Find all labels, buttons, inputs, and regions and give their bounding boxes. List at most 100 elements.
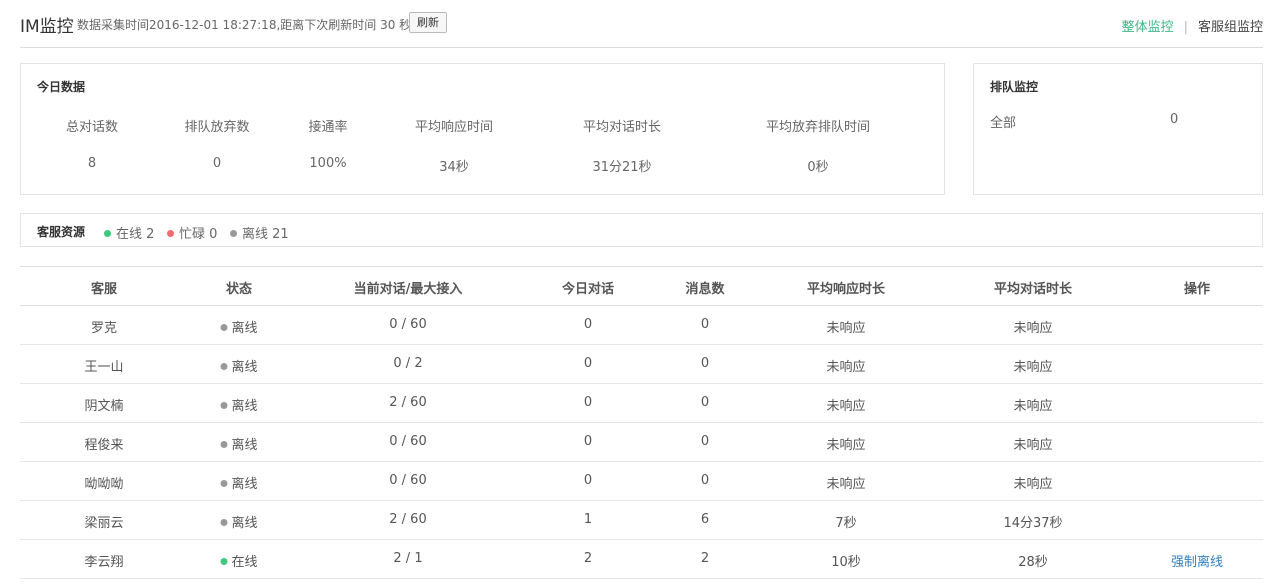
column-header: 消息数 [685, 282, 725, 297]
sessions-cell: 2 / 60 [389, 512, 427, 527]
force-offline-link[interactable]: 强制离线 [1171, 555, 1223, 570]
table-row: 程俊来 离线 0 / 60 0 0 未响应 未响应 [20, 423, 1263, 462]
status-label: 离线 [231, 399, 258, 414]
stat-label: 平均响应时间 [414, 120, 494, 135]
refresh-button[interactable]: 刷新 [409, 12, 447, 33]
agent-name-cell: 梁丽云 [84, 516, 124, 531]
sessions-cell: 2 / 1 [393, 551, 423, 566]
avg-duration-cell: 未响应 [1013, 360, 1053, 375]
status-dot-icon [220, 441, 228, 448]
messages-cell: 0 [700, 356, 710, 371]
agent-name-cell: 罗克 [90, 321, 118, 336]
agent-table: 客服 状态 当前对话/最大接入 今日对话 消息数 平均响应时长 平均对话时长 操作 罗克 离线 0… [20, 266, 1263, 579]
today-sessions-cell: 0 [583, 356, 593, 371]
messages-cell: 0 [700, 434, 710, 449]
table-row: 梁丽云 离线 2 / 60 1 6 7秒 14分37秒 [20, 501, 1263, 540]
table-row: 李云翔 在线 2 / 1 2 2 10秒 28秒 强制离线 [20, 540, 1263, 579]
stat-label: 排队放弃数 [184, 120, 250, 135]
avg-response-cell: 10秒 [831, 555, 861, 570]
stat-value: 100% [309, 156, 347, 171]
table-row: 呦呦呦 离线 0 / 60 0 0 未响应 未响应 [20, 462, 1263, 501]
column-header: 今日对话 [561, 282, 615, 297]
online-count-label: 在线 2 [116, 227, 155, 242]
messages-cell: 0 [700, 473, 710, 488]
avg-response-cell: 未响应 [826, 399, 866, 414]
messages-cell: 6 [700, 512, 710, 527]
queue-count: 0 [1170, 112, 1179, 127]
status-dot-icon [220, 519, 228, 526]
agent-name-cell: 程俊来 [84, 438, 124, 453]
offline-status-dot-icon [230, 230, 237, 237]
overall-monitor-link[interactable]: 整体监控 [1122, 20, 1174, 35]
today-data-panel: 今日数据 总对话数 8 排队放弃数 0 接通率 100% 平均响应时间 34秒 平均对话时长 31… [20, 63, 945, 195]
status-label: 离线 [231, 360, 258, 375]
status-label: 离线 [231, 516, 258, 531]
nav-separator: | [1183, 20, 1188, 35]
online-status-dot-icon [104, 230, 111, 237]
online-count: 在线 2 [104, 223, 154, 242]
status-dot-icon [220, 402, 228, 409]
stat-value: 31分21秒 [592, 160, 652, 175]
stat-value: 0秒 [807, 160, 829, 175]
avg-duration-cell: 未响应 [1013, 399, 1053, 414]
avg-duration-cell: 未响应 [1013, 321, 1053, 336]
sessions-cell: 0 / 60 [389, 434, 427, 449]
agent-resources-bar: 客服资源 在线 2 忙碌 0 离线 21 [20, 213, 1263, 247]
group-monitor-link[interactable]: 客服组监控 [1198, 20, 1263, 35]
column-header: 状态 [225, 282, 253, 297]
sessions-cell: 0 / 2 [393, 356, 423, 371]
today-sessions-cell: 0 [583, 434, 593, 449]
avg-response-cell: 7秒 [835, 516, 857, 531]
status-dot-icon [220, 324, 228, 331]
status-cell: 离线 [220, 512, 258, 531]
column-header: 平均对话时长 [993, 282, 1073, 297]
busy-count: 忙碌 0 [167, 223, 217, 242]
avg-response-cell: 未响应 [826, 360, 866, 375]
sessions-cell: 0 / 60 [389, 317, 427, 332]
page-title: IM监控 [20, 17, 74, 37]
monitor-nav: 整体监控 | 客服组监控 [1122, 16, 1263, 35]
offline-count-label: 离线 21 [242, 227, 289, 242]
status-dot-icon [220, 558, 228, 565]
today-data-title: 今日数据 [37, 80, 86, 94]
status-cell: 离线 [220, 356, 258, 375]
stat-label: 平均对话时长 [582, 120, 662, 135]
stat-label: 总对话数 [65, 120, 119, 135]
sessions-cell: 2 / 60 [389, 395, 427, 410]
status-cell: 在线 [220, 551, 258, 570]
column-header: 当前对话/最大接入 [353, 282, 463, 297]
avg-response-cell: 未响应 [826, 477, 866, 492]
queue-name: 全部 [990, 116, 1017, 131]
column-header: 操作 [1183, 282, 1211, 297]
avg-duration-cell: 14分37秒 [1003, 516, 1063, 531]
avg-response-cell: 未响应 [826, 321, 866, 336]
today-sessions-cell: 1 [583, 512, 593, 527]
table-body: 罗克 离线 0 / 60 0 0 未响应 未响应 王一山 离线 0 / 2 0 0 未响应 未响应 阴文楠离… [20, 306, 1263, 579]
agent-name-cell: 呦呦呦 [84, 477, 124, 492]
today-sessions-cell: 0 [583, 317, 593, 332]
agent-name-cell: 阴文楠 [84, 399, 124, 414]
avg-response-cell: 未响应 [826, 438, 866, 453]
column-header: 客服 [90, 282, 118, 297]
today-sessions-cell: 2 [583, 551, 593, 566]
status-cell: 离线 [220, 317, 258, 336]
stat-label: 平均放弃排队时间 [765, 120, 871, 135]
data-collection-info: 数据采集时间2016-12-01 18:27:18,距离下次刷新时间 30 秒 [77, 18, 412, 32]
queue-monitor-title: 排队监控 [990, 80, 1039, 94]
status-dot-icon [220, 363, 228, 370]
agent-name-cell: 李云翔 [84, 555, 124, 570]
table-row: 罗克 离线 0 / 60 0 0 未响应 未响应 [20, 306, 1263, 345]
stat-value: 0 [212, 156, 222, 171]
table-header: 客服 状态 当前对话/最大接入 今日对话 消息数 平均响应时长 平均对话时长 操作 [20, 266, 1263, 306]
column-header: 平均响应时长 [806, 282, 886, 297]
sessions-cell: 0 / 60 [389, 473, 427, 488]
avg-duration-cell: 28秒 [1018, 555, 1048, 570]
status-label: 在线 [231, 555, 258, 570]
status-label: 离线 [231, 321, 258, 336]
today-sessions-cell: 0 [583, 395, 593, 410]
messages-cell: 0 [700, 317, 710, 332]
busy-status-dot-icon [167, 230, 174, 237]
status-label: 离线 [231, 477, 258, 492]
status-cell: 离线 [220, 395, 258, 414]
status-dot-icon [220, 480, 228, 487]
